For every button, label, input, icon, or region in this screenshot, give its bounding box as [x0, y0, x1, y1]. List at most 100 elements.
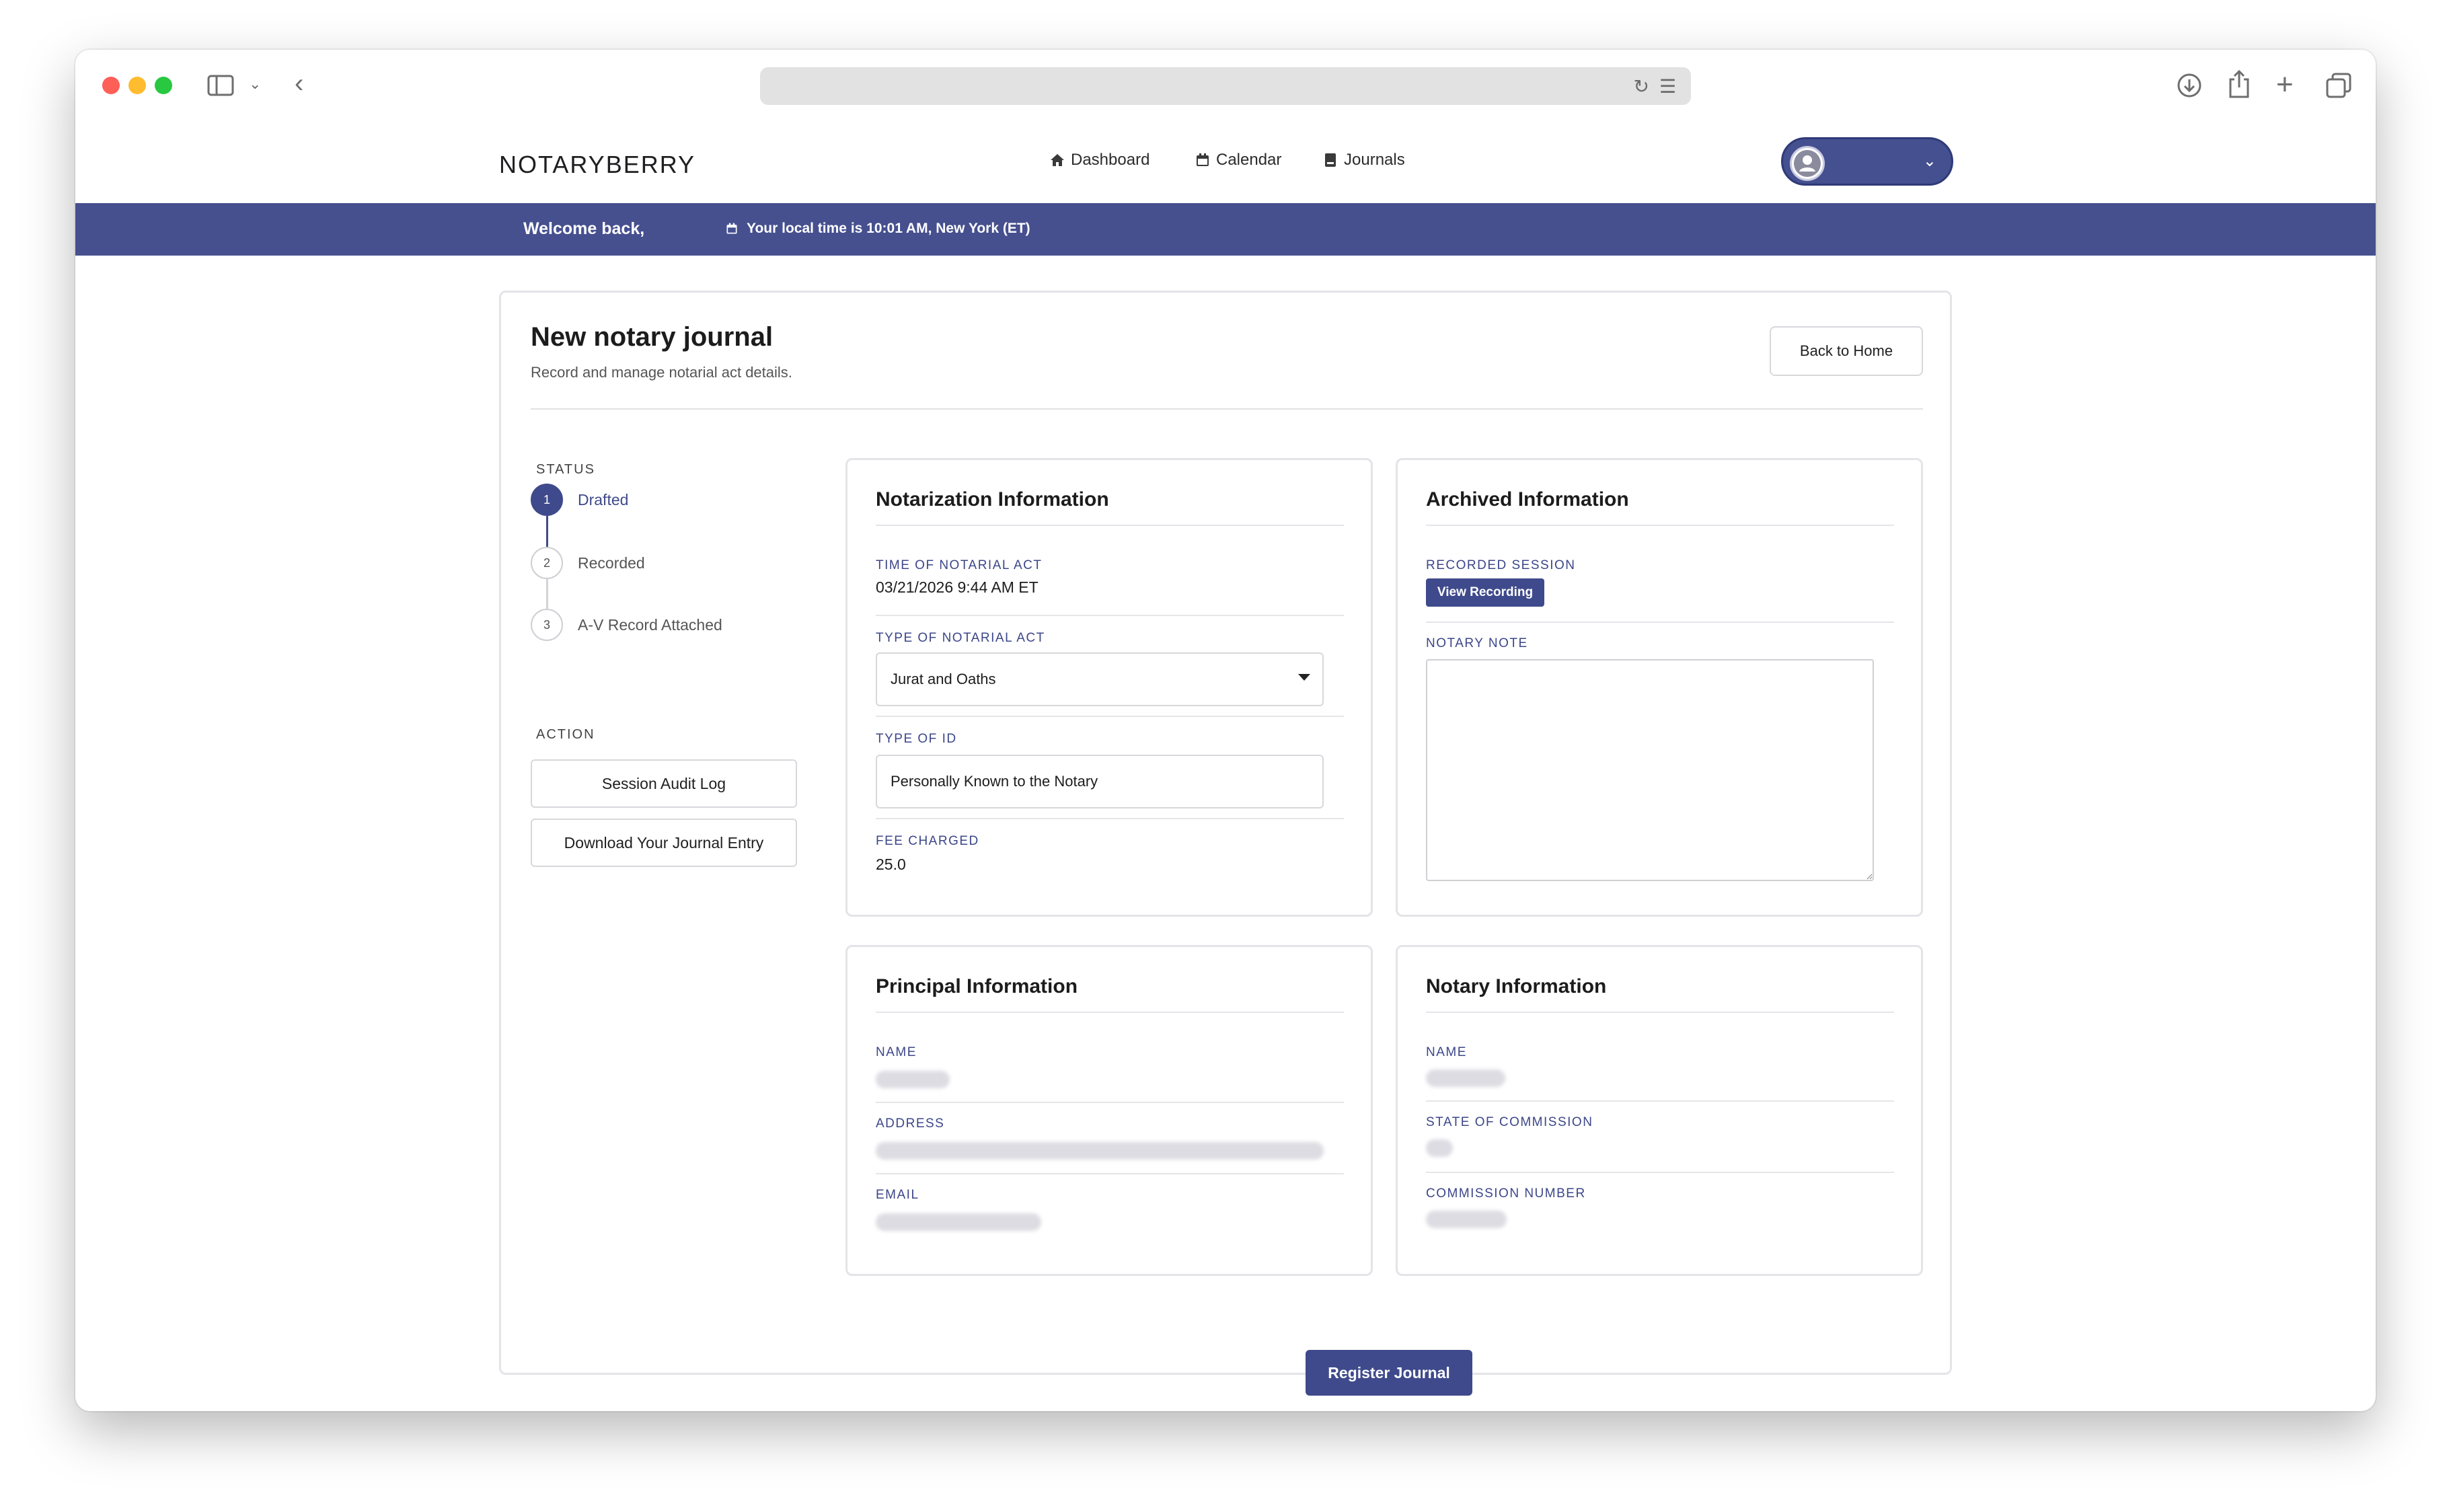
redacted-value	[1426, 1139, 1453, 1157]
type-of-act-label: TYPE OF NOTARIAL ACT	[876, 631, 1045, 645]
page-subtitle: Record and manage notarial act details.	[531, 364, 792, 381]
download-icon[interactable]	[2177, 73, 2202, 102]
view-recording-button[interactable]: View Recording	[1426, 578, 1544, 607]
divider	[1426, 525, 1894, 526]
sidebar-toggle-icon[interactable]	[207, 74, 234, 101]
local-time: Your local time is 10:01 AM, New York (E…	[725, 221, 1030, 237]
minimize-window-button[interactable]	[128, 77, 146, 94]
divider	[876, 615, 1344, 616]
fee-label: FEE CHARGED	[876, 834, 979, 848]
commission-number-label: COMMISSION NUMBER	[1426, 1186, 1586, 1201]
redacted-value	[1426, 1069, 1505, 1087]
notarization-panel: Notarization Information TIME OF NOTARIA…	[845, 458, 1373, 917]
nav-calendar[interactable]: Calendar	[1195, 151, 1281, 169]
nav-journals-label: Journals	[1344, 151, 1405, 169]
maximize-window-button[interactable]	[155, 77, 172, 94]
chevron-down-icon[interactable]: ⌄	[249, 77, 261, 91]
avatar	[1790, 146, 1825, 181]
type-of-act-value: Jurat and Oaths	[891, 671, 996, 687]
divider	[1426, 1100, 1894, 1102]
time-label: TIME OF NOTARIAL ACT	[876, 558, 1043, 572]
reload-icon[interactable]: ↻	[1634, 75, 1649, 98]
reader-icon[interactable]: ☰	[1659, 75, 1676, 98]
principal-name-label: NAME	[876, 1045, 917, 1059]
divider	[1426, 621, 1894, 623]
panel-title: Archived Information	[1426, 488, 1629, 511]
redacted-value	[876, 1213, 1041, 1231]
archived-panel: Archived Information RECORDED SESSION Vi…	[1396, 458, 1923, 917]
principal-panel: Principal Information NAME ADDRESS EMAIL	[845, 945, 1373, 1276]
time-value: 03/21/2026 9:44 AM ET	[876, 578, 1039, 596]
panel-title: Notary Information	[1426, 975, 1607, 997]
recorded-session-label: RECORDED SESSION	[1426, 558, 1576, 572]
type-of-id-label: TYPE OF ID	[876, 732, 957, 746]
principal-email-label: EMAIL	[876, 1188, 919, 1202]
notary-panel: Notary Information NAME STATE OF COMMISS…	[1396, 945, 1923, 1276]
step-label: A-V Record Attached	[578, 615, 722, 634]
calendar-icon	[726, 223, 737, 234]
home-icon	[1051, 154, 1064, 166]
step-label: Drafted	[578, 490, 629, 508]
divider	[1426, 1012, 1894, 1013]
step-recorded: 2 Recorded	[531, 547, 645, 579]
nav-dashboard[interactable]: Dashboard	[1049, 151, 1149, 169]
welcome-text: Welcome back,	[523, 219, 645, 238]
panel-title: Notarization Information	[876, 488, 1109, 511]
session-audit-log-button[interactable]: Session Audit Log	[531, 759, 797, 808]
type-of-id-value: Personally Known to the Notary	[891, 773, 1098, 790]
state-of-commission-label: STATE OF COMMISSION	[1426, 1115, 1593, 1129]
nav-journals[interactable]: Journals	[1322, 151, 1405, 169]
browser-window: ⌄ ‹ ↻ ☰ + NOTARYBERRY Dashboard Calendar…	[75, 50, 2376, 1411]
book-icon	[1325, 153, 1336, 167]
tabs-overview-icon[interactable]	[2326, 73, 2351, 102]
notary-note-label: NOTARY NOTE	[1426, 636, 1528, 650]
fee-value: 25.0	[876, 856, 906, 873]
type-of-act-select[interactable]: Jurat and Oaths	[876, 652, 1324, 706]
step-number: 1	[531, 484, 563, 516]
type-of-id-field[interactable]: Personally Known to the Notary	[876, 755, 1324, 808]
step-connector	[546, 576, 548, 609]
welcome-banner: Welcome back, Your local time is 10:01 A…	[75, 203, 2376, 256]
app-logo[interactable]: NOTARYBERRY	[499, 151, 695, 179]
divider	[876, 818, 1344, 819]
panel-title: Principal Information	[876, 975, 1078, 997]
notary-name-label: NAME	[1426, 1045, 1467, 1059]
redacted-value	[876, 1071, 950, 1088]
browser-toolbar: ⌄ ‹ ↻ ☰ +	[75, 50, 2376, 121]
download-journal-entry-button[interactable]: Download Your Journal Entry	[531, 819, 797, 867]
redacted-value	[876, 1142, 1324, 1160]
divider	[876, 716, 1344, 717]
back-to-home-button[interactable]: Back to Home	[1770, 326, 1923, 376]
divider	[876, 1173, 1344, 1174]
calendar-icon	[1197, 153, 1209, 166]
step-drafted: 1 Drafted	[531, 484, 628, 516]
header-divider	[531, 408, 1923, 410]
caret-down-icon	[1298, 674, 1310, 681]
nav-dashboard-label: Dashboard	[1071, 151, 1150, 169]
action-label: ACTION	[536, 727, 595, 742]
step-av-record: 3 A-V Record Attached	[531, 609, 722, 641]
address-bar[interactable]: ↻ ☰	[760, 67, 1691, 105]
divider	[876, 1012, 1344, 1013]
back-arrow-icon[interactable]: ‹	[295, 70, 303, 97]
nav-calendar-label: Calendar	[1216, 151, 1282, 169]
register-journal-button[interactable]: Register Journal	[1306, 1350, 1472, 1396]
step-number: 3	[531, 609, 563, 641]
divider	[1426, 1172, 1894, 1173]
divider	[876, 1102, 1344, 1103]
local-time-text: Your local time is 10:01 AM, New York (E…	[747, 221, 1030, 236]
chevron-down-icon: ⌄	[1922, 152, 1936, 170]
divider	[876, 525, 1344, 526]
step-number: 2	[531, 547, 563, 579]
journal-card: New notary journal Record and manage not…	[499, 291, 1952, 1396]
notary-note-textarea[interactable]	[1426, 659, 1874, 881]
principal-address-label: ADDRESS	[876, 1117, 945, 1131]
redacted-value	[1426, 1211, 1507, 1228]
close-window-button[interactable]	[102, 77, 120, 94]
share-icon[interactable]	[2228, 69, 2251, 102]
status-label: STATUS	[536, 462, 595, 477]
user-menu-button[interactable]: ⌄	[1781, 137, 1953, 186]
new-tab-icon[interactable]: +	[2276, 70, 2294, 100]
page-title: New notary journal	[531, 322, 774, 352]
step-label: Recorded	[578, 554, 645, 572]
